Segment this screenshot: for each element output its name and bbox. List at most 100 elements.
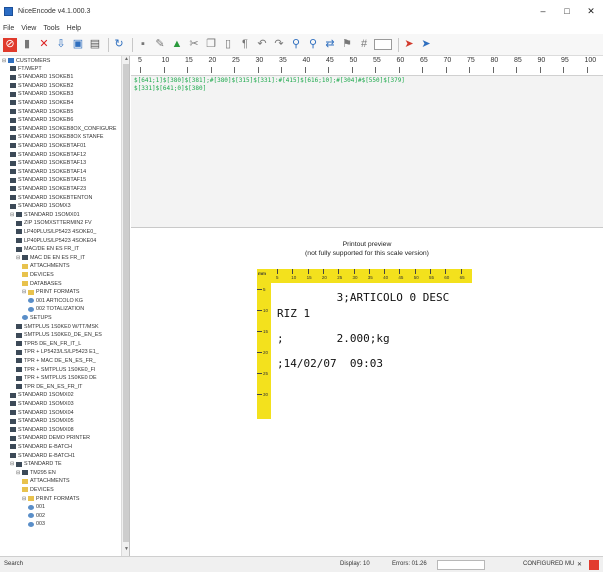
menu-tools[interactable]: Tools xyxy=(43,25,59,32)
tree-item[interactable]: STANDARD 1SOKEBTAF01 xyxy=(10,142,86,149)
scroll-up-icon[interactable]: ▲ xyxy=(122,56,129,63)
redo-icon[interactable]: ↷ xyxy=(272,38,286,52)
printer-settings-icon[interactable]: ▣ xyxy=(71,38,85,52)
tree-item[interactable]: STANDARD 1SOKEB8OX_CONFIGURE xyxy=(10,125,116,132)
menu-view[interactable]: View xyxy=(21,25,36,32)
tree-item[interactable]: SETUPS xyxy=(22,314,52,321)
menu-file[interactable]: File xyxy=(3,25,14,32)
tree-item[interactable]: TPR5 DE_EN_FR_IT_L xyxy=(16,340,81,347)
tree-item[interactable]: STANDARD 1SOKEBTAF15 xyxy=(10,177,86,184)
tree-item[interactable]: DEVICES xyxy=(22,271,54,278)
compile-icon[interactable]: ➤ xyxy=(402,38,416,52)
delete-icon[interactable]: ✕ xyxy=(37,38,51,52)
paragraph-icon[interactable]: ¶ xyxy=(238,38,252,52)
tree-item[interactable]: 003 xyxy=(28,521,45,528)
collapse-icon[interactable]: ⊟ xyxy=(10,461,15,467)
replace-icon[interactable]: ⇄ xyxy=(323,38,337,52)
close-button[interactable]: ✕ xyxy=(579,0,603,22)
refresh-icon[interactable]: ↻ xyxy=(112,38,126,52)
tree-item[interactable]: MAC/DE EN ES FR_IT xyxy=(16,246,79,253)
collapse-icon[interactable]: ⊟ xyxy=(22,289,27,295)
tree-item[interactable]: ⊟ MAC DE EN ES FR_IT xyxy=(16,254,85,261)
scrollbar-thumb[interactable] xyxy=(123,64,129,542)
scroll-down-icon[interactable]: ▼ xyxy=(122,546,129,553)
tree-item[interactable]: STANDARD 1SOMX02 xyxy=(10,392,74,399)
menu-help[interactable]: Help xyxy=(67,25,81,32)
collapse-icon[interactable]: ⊟ xyxy=(22,496,27,502)
tree-item[interactable]: STANDARD 1SOMX04 xyxy=(10,409,74,416)
tree-item[interactable]: STANDARD 1SOKEBTENTON xyxy=(10,194,92,201)
tree-item[interactable]: STANDARD 1SOKEB8OX STANFE xyxy=(10,134,103,141)
find-next-icon[interactable]: ⚲ xyxy=(306,38,320,52)
tree-root[interactable]: ⊟ CUSTOMERS xyxy=(2,57,50,64)
tree-item[interactable]: STANDARD 1SOMX05 xyxy=(10,418,74,425)
view-icon[interactable]: ▤ xyxy=(88,38,102,52)
tree-item[interactable]: 002 TOTALIZATION xyxy=(28,306,84,313)
maximize-button[interactable]: □ xyxy=(555,0,579,22)
tree-item[interactable]: ⊟ PRINT FORMATS xyxy=(22,495,80,502)
tree-item[interactable]: 002 xyxy=(28,512,45,519)
find-icon[interactable]: ⚲ xyxy=(289,38,303,52)
tree-item[interactable]: TPR + MAC DE_EN_ES_FR_ xyxy=(16,357,96,364)
tree-item[interactable]: STANDARD DEMO PRINTER xyxy=(10,435,90,442)
stop-icon[interactable]: ⊘ xyxy=(3,37,17,52)
tree-item[interactable]: STANDARD 1SOKEBTAF14 xyxy=(10,168,86,175)
tree-item[interactable]: TPR + SMTPLUS 1S0KE0_FI xyxy=(16,366,95,373)
copy-icon[interactable]: ❐ xyxy=(204,38,218,52)
collapse-icon[interactable]: ⊟ xyxy=(2,58,7,64)
collapse-icon[interactable]: ⊟ xyxy=(16,470,21,476)
tree-scrollbar[interactable]: ▲ ▼ xyxy=(121,56,129,556)
import-icon[interactable]: ⇩ xyxy=(54,38,68,52)
status-close-icon[interactable]: ✕ xyxy=(577,561,582,568)
tree-item[interactable]: ATTACHMENTS xyxy=(22,263,70,270)
tree-item[interactable]: STANDARD 1SOKEBTAF13 xyxy=(10,160,86,167)
tree-item[interactable]: STANDARD 1SOKEB3 xyxy=(10,91,73,98)
tree-item[interactable]: STANDARD 1SOKEB6 xyxy=(10,117,73,124)
tree-item[interactable]: STANDARD E-BATCH xyxy=(10,443,72,450)
tree-item[interactable]: FT/WEPT xyxy=(10,65,42,72)
undo-icon[interactable]: ↶ xyxy=(255,38,269,52)
tree-item[interactable]: STANDARD 1SOKEBTAF12 xyxy=(10,151,86,158)
customer-tree[interactable]: ⊟ CUSTOMERS FT/WEPT STANDARD 1SOKEB1 STAND… xyxy=(0,56,130,556)
tree-item[interactable]: DEVICES xyxy=(22,486,54,493)
tree-item[interactable]: ⊟ STANDARD TE xyxy=(10,461,62,468)
document-icon[interactable]: ▮ xyxy=(20,38,34,52)
tree-item[interactable]: STANDARD E-BATCH1 xyxy=(10,452,75,459)
tree-item[interactable]: STANDARD 1SOKEB5 xyxy=(10,108,73,115)
tree-item[interactable]: STANDARD 1SOKEB4 xyxy=(10,99,73,106)
tree-item[interactable]: TPR DE_EN_ES_FR_IT xyxy=(16,383,82,390)
tree-item[interactable]: TPR + LP5423/LS/LP5423 E1_ xyxy=(16,349,99,356)
tree-item[interactable]: LP40PLUS/LP5423 4SOKE0_ xyxy=(16,228,96,235)
tree-item[interactable]: ⊟ PRINT FORMATS xyxy=(22,289,80,296)
cut-icon[interactable]: ✂ xyxy=(187,38,201,52)
tree-item[interactable]: STANDARD 1SOMX03 xyxy=(10,400,74,407)
tree-item[interactable]: STANDARD 1SOKEB2 xyxy=(10,82,73,89)
tree-item[interactable]: DATABASES xyxy=(22,280,62,287)
collapse-icon[interactable]: ⊟ xyxy=(16,255,21,261)
open-icon[interactable]: ▲ xyxy=(170,38,184,52)
edit-icon[interactable]: ✎ xyxy=(153,38,167,52)
save-icon[interactable]: ▪ xyxy=(136,38,150,52)
tree-item[interactable]: SMTPLUS 1S0KE0 W/TT/MSK xyxy=(16,323,99,330)
tree-item[interactable]: ATTACHMENTS xyxy=(22,478,70,485)
collapse-icon[interactable]: ⊟ xyxy=(10,212,15,218)
tree-item[interactable]: 001 xyxy=(28,504,45,511)
tree-item[interactable]: ⊟ STANDARD 1SOMX01 xyxy=(10,211,80,218)
tree-item[interactable]: STANDARD 1SOMX08 xyxy=(10,426,74,433)
toolbar-input[interactable] xyxy=(374,39,392,50)
code-editor[interactable]: 5 10 15 20 25 30 35 40 45 50 55 60 65 70 75 80 85 90 95 100… xyxy=(131,56,603,228)
paste-icon[interactable]: ▯ xyxy=(221,38,235,52)
grid-icon[interactable]: # xyxy=(357,38,371,52)
minimize-button[interactable]: – xyxy=(531,0,555,22)
tree-item[interactable]: SMTPLUS 1S0KE0_DE_EN_ES xyxy=(16,332,102,339)
bookmark-icon[interactable]: ⚑ xyxy=(340,38,354,52)
run-icon[interactable]: ➤ xyxy=(419,38,433,52)
tree-item[interactable]: TPR + SMTPLUS 1S0KE0 DE xyxy=(16,375,97,382)
code-line[interactable]: $[641;1]$[380]$[381];#[380]$[315]$[331]:… xyxy=(134,77,405,84)
tree-item[interactable]: ⊟ TM295 EN xyxy=(16,469,56,476)
tree-item[interactable]: ZIP 1SOMXSTTERMIN2 FV xyxy=(16,220,92,227)
tree-item[interactable]: 001 ARTICOLO KG xyxy=(28,297,83,304)
tree-item[interactable]: STANDARD 1SOMX3 xyxy=(10,203,71,210)
tree-item[interactable]: STANDARD 1SOKEB1 xyxy=(10,74,73,81)
tree-item[interactable]: LP40PLUS/LP5423 4SOKE04 xyxy=(16,237,96,244)
